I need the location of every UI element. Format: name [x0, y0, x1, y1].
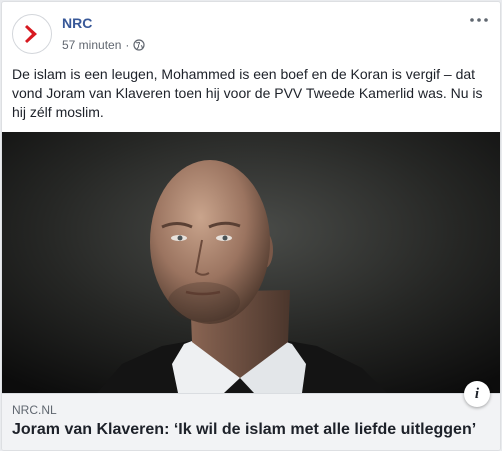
more-dots-icon — [470, 18, 488, 22]
meta-separator: · — [125, 38, 130, 52]
page-name-link[interactable]: NRC — [62, 15, 92, 31]
post-text: De islam is een leugen, Mohammed is een … — [12, 66, 483, 120]
globe-icon[interactable] — [133, 39, 145, 51]
post-meta: 57 minuten · — [62, 38, 145, 52]
link-domain: NRC.NL — [12, 403, 57, 417]
link-preview-footer[interactable]: i NRC.NL Joram van Klaveren: ‘Ik wil de … — [2, 381, 500, 450]
page-avatar[interactable] — [12, 14, 52, 54]
link-headline[interactable]: Joram van Klaveren: ‘Ik wil de islam met… — [12, 421, 492, 439]
nrc-logo-icon — [25, 25, 37, 43]
post-timestamp[interactable]: 57 minuten — [62, 38, 121, 52]
facebook-post-card: NRC 57 minuten · De islam is een leugen,… — [1, 1, 501, 451]
article-photo[interactable] — [2, 132, 500, 393]
post-header: NRC 57 minuten · — [2, 2, 500, 60]
info-button[interactable]: i — [464, 381, 490, 407]
more-options-button[interactable] — [468, 12, 490, 28]
